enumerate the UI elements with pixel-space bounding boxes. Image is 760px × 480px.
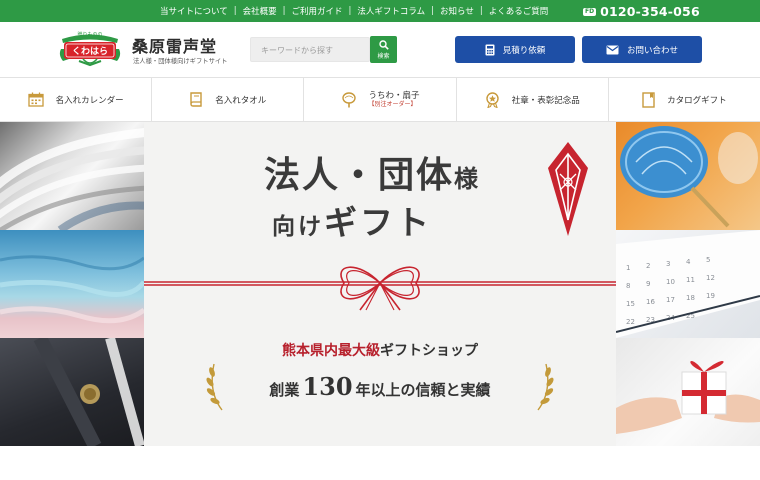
divider: | (479, 6, 483, 16)
svg-text:10: 10 (666, 278, 675, 286)
hero-title-line2-main: ギフト (324, 203, 432, 242)
svg-text:11: 11 (686, 276, 695, 284)
phone-contact[interactable]: FD 0120-354-056 (583, 4, 700, 19)
hero-title-line1: 法人・団体様 (264, 146, 480, 198)
hero-title-line1-small: 様 (454, 164, 481, 193)
search-icon (378, 39, 389, 50)
towel-book-icon (189, 91, 203, 108)
svg-text:12: 12 (706, 274, 715, 282)
utility-link-faq[interactable]: よくあるご質問 (489, 5, 549, 17)
search-input[interactable] (251, 39, 369, 62)
hero-founded-years: 130 (302, 372, 353, 401)
svg-text:19: 19 (706, 292, 715, 300)
svg-text:2: 2 (646, 262, 650, 270)
hero-title-line1-main: 法人・団体 (264, 154, 455, 196)
category-medal[interactable]: 社章・表彰記念品 (457, 78, 609, 121)
mail-icon (606, 45, 619, 54)
svg-text:15: 15 (626, 300, 635, 308)
contact-button[interactable]: お問い合わせ (582, 36, 702, 63)
category-calendar[interactable]: 名入れカレンダー (0, 78, 153, 121)
hero-center-panel: 法人・団体様 向けギフト 熊本県内最大級ギフトショップ 創業 130 年以上の信… (144, 122, 616, 446)
svg-text:5: 5 (706, 256, 710, 264)
hero-banner[interactable]: 法人・団体様 向けギフト 熊本県内最大級ギフトショップ 創業 130 年以上の信… (0, 122, 760, 446)
divider: | (348, 6, 352, 16)
hero-founded-pre: 創業 (269, 381, 300, 399)
svg-text:16: 16 (646, 298, 655, 306)
category-uchiwa[interactable]: うちわ・扇子 【別注オーダー】 (304, 78, 457, 121)
svg-text:1: 1 (626, 264, 630, 272)
quote-request-label: 見積り依頼 (502, 45, 546, 56)
hero-title-line2: 向けギフト (272, 196, 432, 244)
calendar-icon (27, 92, 44, 107)
site-logo[interactable]: くわはら 贈りものの (57, 29, 123, 67)
category-label: カタログギフト (667, 95, 727, 106)
utility-link-about[interactable]: 当サイトについて (160, 5, 228, 17)
svg-text:3: 3 (666, 260, 670, 268)
category-catalog[interactable]: カタログギフト (609, 78, 760, 121)
freedial-badge: FD (583, 7, 597, 16)
category-label: うちわ・扇子 (368, 90, 420, 101)
category-label: 社章・表彰記念品 (511, 95, 580, 106)
category-label: 名入れタオル (215, 95, 267, 106)
divider: | (282, 6, 286, 16)
catalog-icon (642, 91, 655, 108)
brand-name[interactable]: 桑原雷声堂 (132, 33, 217, 57)
utility-nav: 当サイトについて | 会社概要 | ご利用ガイド | 法人ギフトコラム | お知… (160, 0, 548, 22)
brand-tagline: 法人様・団体様向けギフトサイト (133, 58, 228, 65)
svg-text:18: 18 (686, 294, 695, 302)
logo-ribbon-text: 贈りものの (77, 32, 103, 38)
svg-text:9: 9 (646, 280, 650, 288)
hero-subtitle-highlight: 熊本県内最大級 (282, 343, 380, 359)
svg-text:17: 17 (666, 296, 675, 304)
category-towel[interactable]: 名入れタオル (152, 78, 305, 121)
photo-catalog-books (0, 122, 144, 230)
noshi-ornament-icon (548, 142, 588, 236)
search-button-label: 検索 (377, 52, 390, 60)
hero-founded-post: 年以上の信頼と実績 (355, 381, 491, 399)
hero-title-line2-small: 向け (272, 213, 324, 240)
category-label: 名入れカレンダー (55, 95, 124, 106)
hero-subtitle-rest: ギフトショップ (380, 343, 478, 359)
utility-link-company[interactable]: 会社概要 (243, 5, 277, 17)
category-sublabel: 【別注オーダー】 (368, 101, 417, 108)
contact-label: お問い合わせ (626, 45, 678, 56)
utility-link-column[interactable]: 法人ギフトコラム (357, 5, 425, 17)
uchiwa-fan-icon (341, 91, 357, 108)
utility-link-guide[interactable]: ご利用ガイド (292, 5, 343, 17)
mizuhiki-bow-icon (144, 266, 616, 311)
laurel-right-icon (537, 363, 554, 411)
photo-company-pin (0, 338, 144, 446)
medal-icon (485, 91, 500, 108)
divider: | (233, 6, 237, 16)
hero-subtitle-1: 熊本県内最大級ギフトショップ (144, 340, 616, 360)
photo-uchiwa-fans (616, 122, 760, 230)
phone-number[interactable]: 0120-354-056 (600, 4, 700, 19)
divider: | (431, 6, 435, 16)
laurel-left-icon (206, 363, 223, 411)
svg-text:8: 8 (626, 282, 630, 290)
quote-request-button[interactable]: 見積り依頼 (455, 36, 575, 63)
photo-calendar: 12345 89101112 1516171819 22232425 (616, 230, 760, 338)
search-button[interactable]: 検索 (370, 36, 397, 63)
svg-text:4: 4 (686, 258, 691, 266)
logo-text: くわはら (71, 47, 108, 57)
search-box (250, 37, 370, 62)
svg-text:22: 22 (626, 318, 635, 326)
category-nav: 名入れカレンダー 名入れタオル うちわ・扇子 【別注オーダー】 社章・表彰記念品… (0, 77, 760, 122)
calculator-icon (485, 44, 495, 55)
photo-gift-box (616, 338, 760, 446)
utility-link-news[interactable]: お知らせ (440, 5, 474, 17)
photo-towels (0, 230, 144, 338)
